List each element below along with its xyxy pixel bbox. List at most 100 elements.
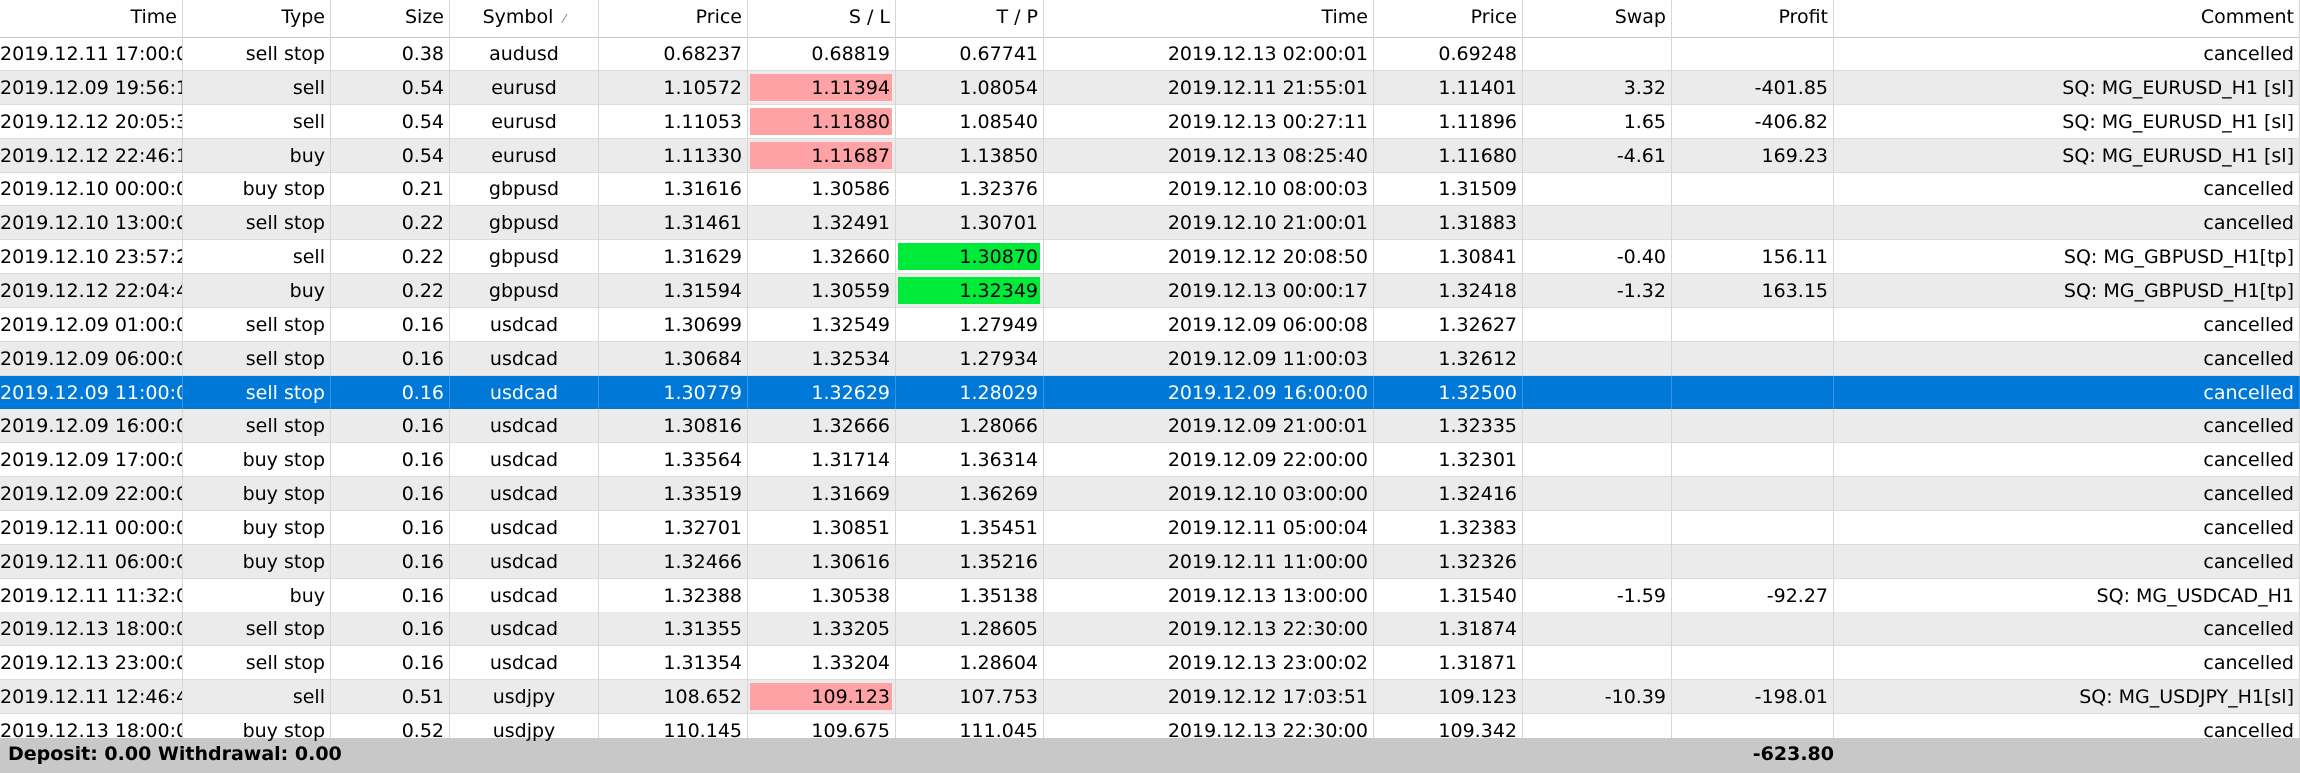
summary-footer: Deposit: 0.00 Withdrawal: 0.00 -623.80 — [0, 738, 2300, 773]
table-row[interactable]: 2019.12.09 11:00:03 sell stop 0.16 usdcad 1.… — [0, 375, 2300, 410]
cell-text: 2019.12.13 22:30:00 — [1167, 720, 1368, 742]
cell-tp: 1.13850 — [896, 138, 1044, 173]
cell-symbol: gbpusd — [450, 240, 599, 275]
cell-profit — [1672, 37, 1834, 71]
cell-text: buy stop — [242, 550, 325, 573]
table-row[interactable]: 2019.12.12 22:46:17 buy 0.54 eurusd 1.11330 1… — [0, 138, 2300, 173]
cell-sl: 1.30851 — [748, 510, 896, 545]
cell-comment: cancelled — [1834, 409, 2300, 444]
col-header-comment-label: Comment — [2200, 6, 2294, 28]
cell-tp: 1.30701 — [896, 206, 1044, 241]
cell-time: 2019.12.09 01:00:00 — [0, 307, 183, 342]
cell-comment: SQ: MG_EURUSD_H1 [sl] — [1834, 104, 2300, 139]
col-header-tp[interactable]: T / P — [896, 0, 1044, 37]
col-header-close-time[interactable]: Time — [1044, 0, 1374, 37]
cell-close-price: 1.32326 — [1374, 544, 1523, 579]
cell-size: 0.16 — [331, 409, 450, 444]
cell-text: 1.10572 — [663, 76, 742, 99]
col-header-type[interactable]: Type — [183, 0, 331, 37]
cell-close-time: 2019.12.13 00:27:11 — [1044, 104, 1374, 139]
table-row[interactable]: 2019.12.10 23:57:28 sell 0.22 gbpusd 1.31629… — [0, 240, 2300, 275]
col-header-symbol[interactable]: Symbol ⁄ — [450, 0, 599, 37]
cell-symbol: usdcad — [450, 612, 599, 647]
cell-text: 1.30616 — [811, 550, 890, 573]
cell-comment: cancelled — [1834, 477, 2300, 512]
table-row[interactable]: 2019.12.12 22:04:40 buy 0.22 gbpusd 1.31594 1… — [0, 273, 2300, 308]
cell-tp: 1.28604 — [896, 646, 1044, 681]
table-row[interactable]: 2019.12.11 00:00:01 buy stop 0.16 usdcad 1.3… — [0, 510, 2300, 545]
cell-text: 2019.12.12 20:05:35 — [0, 110, 183, 133]
col-header-price[interactable]: Price — [599, 0, 748, 37]
table-row[interactable]: 2019.12.09 17:00:00 buy stop 0.16 usdcad 1.3… — [0, 443, 2300, 478]
cell-text: cancelled — [2203, 618, 2294, 641]
cell-text: 0.16 — [401, 347, 444, 370]
cell-symbol: usdcad — [450, 477, 599, 512]
cell-profit — [1672, 341, 1834, 376]
table-row[interactable]: 2019.12.09 06:00:08 sell stop 0.16 usdcad 1.… — [0, 341, 2300, 376]
cell-time: 2019.12.09 11:00:03 — [0, 375, 183, 410]
cell-swap — [1523, 443, 1672, 478]
cell-sl: 1.30538 — [748, 578, 896, 613]
cell-text: 1.13850 — [959, 144, 1038, 167]
cell-text: SQ: MG_GBPUSD_H1[tp] — [2063, 279, 2294, 302]
cell-text: 109.342 — [1438, 720, 1517, 742]
table-row[interactable]: 2019.12.10 00:00:01 buy stop 0.21 gbpusd 1.3… — [0, 172, 2300, 207]
cell-tp: 0.67741 — [896, 37, 1044, 71]
cell-comment: SQ: MG_GBPUSD_H1[tp] — [1834, 240, 2300, 275]
cell-size: 0.54 — [331, 138, 450, 173]
cell-text: 0.16 — [401, 652, 444, 675]
cell-comment: SQ: MG_USDJPY_H1[sl] — [1834, 680, 2300, 715]
col-header-symbol-label: Symbol — [482, 6, 554, 28]
cell-comment: cancelled — [1834, 544, 2300, 579]
col-header-tp-label: T / P — [996, 6, 1038, 28]
cell-close-price: 1.31509 — [1374, 172, 1523, 207]
col-header-comment[interactable]: Comment — [1834, 0, 2300, 37]
cell-price: 1.33519 — [599, 477, 748, 512]
table-row[interactable]: 2019.12.13 18:00:00 sell stop 0.16 usdcad 1.… — [0, 612, 2300, 647]
col-header-size[interactable]: Size — [331, 0, 450, 37]
cell-text: -401.85 — [1754, 76, 1828, 99]
cell-text: SQ: MG_EURUSD_H1 [sl] — [2062, 110, 2294, 133]
cell-close-price: 1.11896 — [1374, 104, 1523, 139]
table-row[interactable]: 2019.12.09 01:00:00 sell stop 0.16 usdcad 1.… — [0, 307, 2300, 342]
col-header-close-price[interactable]: Price — [1374, 0, 1523, 37]
col-header-profit[interactable]: Profit — [1672, 0, 1834, 37]
cell-type: sell — [183, 104, 331, 139]
cell-text: 2019.12.11 06:00:02 — [0, 550, 183, 573]
cell-close-price: 1.32418 — [1374, 273, 1523, 308]
table-row[interactable]: 2019.12.10 13:00:00 sell stop 0.22 gbpusd 1.… — [0, 206, 2300, 241]
cell-text: 1.28605 — [959, 618, 1038, 641]
cell-text: 2019.12.10 08:00:03 — [1167, 178, 1368, 201]
cell-text: 1.65 — [1623, 110, 1666, 133]
table-row[interactable]: 2019.12.11 11:32:06 buy 0.16 usdcad 1.32388 1… — [0, 578, 2300, 613]
cell-sl: 109.123 — [748, 680, 896, 715]
cell-text: 1.28066 — [959, 415, 1038, 438]
cell-text: 0.16 — [401, 584, 444, 607]
cell-text: 2019.12.09 19:56:12 — [0, 76, 183, 99]
cell-text: -1.32 — [1616, 279, 1666, 302]
cell-sl: 1.32629 — [748, 375, 896, 410]
cell-close-time: 2019.12.13 02:00:01 — [1044, 37, 1374, 71]
cell-type: buy stop — [183, 510, 331, 545]
col-header-time[interactable]: Time — [0, 0, 183, 37]
col-header-swap[interactable]: Swap — [1523, 0, 1672, 37]
cell-text: 1.11330 — [663, 144, 742, 167]
table-row[interactable]: 2019.12.11 06:00:02 buy stop 0.16 usdcad 1.3… — [0, 544, 2300, 579]
cell-swap — [1523, 544, 1672, 579]
table-row[interactable]: 2019.12.09 22:00:01 buy stop 0.16 usdcad 1.3… — [0, 477, 2300, 512]
table-row[interactable]: 2019.12.13 23:00:00 sell stop 0.16 usdcad 1.… — [0, 646, 2300, 681]
cell-text: -92.27 — [1766, 584, 1828, 607]
cell-close-time: 2019.12.13 00:00:17 — [1044, 273, 1374, 308]
cell-text: 2019.12.12 17:03:51 — [1167, 686, 1368, 709]
table-row[interactable]: 2019.12.12 20:05:35 sell 0.54 eurusd 1.11053… — [0, 104, 2300, 139]
table-row[interactable]: 2019.12.11 12:46:41 sell 0.51 usdjpy 108.652… — [0, 680, 2300, 715]
table-row[interactable]: 2019.12.09 16:00:01 sell stop 0.16 usdcad 1.… — [0, 409, 2300, 444]
cell-size: 0.38 — [331, 37, 450, 71]
table-row[interactable]: 2019.12.11 17:00:00 sell stop 0.38 audusd 0.… — [0, 37, 2300, 71]
cell-profit: 163.15 — [1672, 273, 1834, 308]
cell-text: 1.32388 — [663, 584, 742, 607]
cell-text: buy — [289, 279, 325, 302]
col-header-sl[interactable]: S / L — [748, 0, 896, 37]
cell-text: 1.32301 — [1438, 449, 1517, 472]
table-row[interactable]: 2019.12.09 19:56:12 sell 0.54 eurusd 1.10572… — [0, 70, 2300, 105]
